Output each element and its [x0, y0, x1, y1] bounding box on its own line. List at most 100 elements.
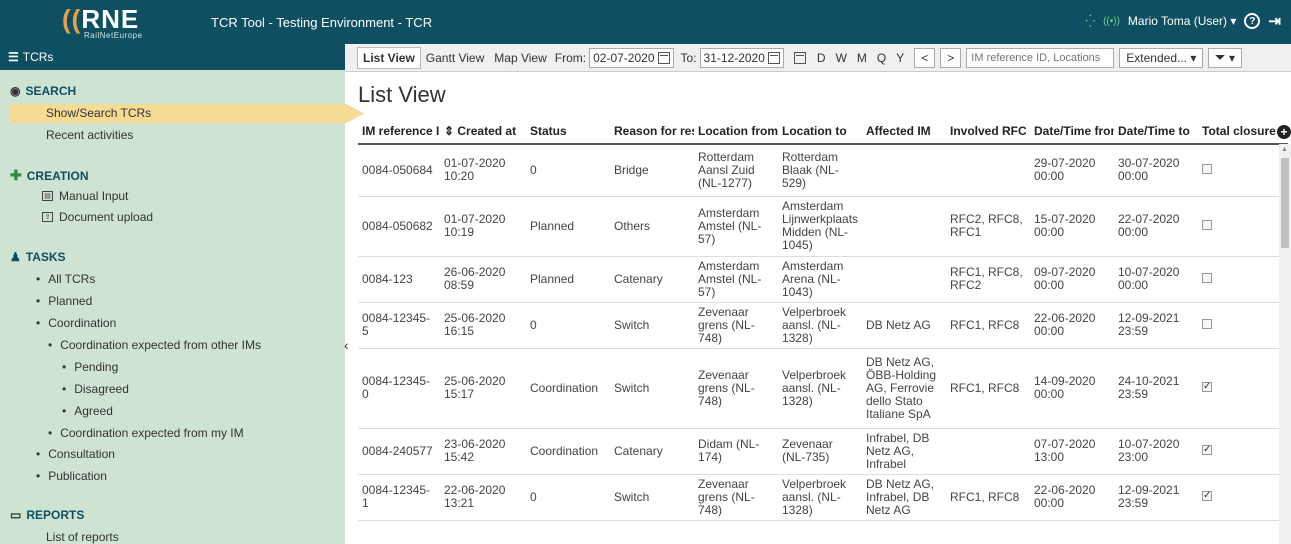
rne-logo[interactable]: ((RNE RailNetEurope: [62, 6, 154, 40]
total-closure-checkbox[interactable]: [1202, 318, 1212, 329]
column-header[interactable]: IM reference ID: [358, 118, 440, 145]
table-cell-status: 0: [526, 144, 610, 197]
sidebar-item-recent-activities[interactable]: Recent activities: [46, 128, 133, 142]
sidebar-item-coordination-from-other-ims[interactable]: Coordination expected from other IMs: [48, 338, 261, 352]
next-period-button[interactable]: >: [940, 47, 962, 68]
column-header[interactable]: Location from: [694, 118, 778, 145]
filter-dropdown[interactable]: ⏷ ▾: [1208, 47, 1243, 68]
extended-search-dropdown[interactable]: Extended... ▾: [1119, 47, 1204, 68]
user-icon: ♟: [10, 250, 21, 264]
tab-map-view[interactable]: Map View: [489, 47, 551, 69]
table-row[interactable]: 0084-12345-1 22-06-2020 13:21 0 Switch Zeven…: [358, 474, 1288, 521]
table-cell-reason: Switch: [610, 474, 694, 521]
sidebar-item-document-upload[interactable]: ⇪ Document upload: [42, 210, 153, 224]
logout-icon[interactable]: ⇥: [1268, 12, 1281, 30]
column-header[interactable]: Total closure: [1198, 118, 1288, 145]
column-header[interactable]: Date/Time from: [1030, 118, 1114, 145]
table-cell-rfc: RFC1, RFC8: [946, 302, 1030, 349]
total-closure-checkbox[interactable]: [1202, 489, 1212, 502]
calendar-icon[interactable]: [657, 51, 670, 64]
sidebar-item-publication[interactable]: Publication: [36, 469, 107, 483]
table-cell-dfrom: 22-06-2020 00:00: [1030, 474, 1114, 521]
sidebar-item-coordination-from-my-im[interactable]: Coordination expected from my IM: [48, 426, 243, 440]
table-cell-im: DB Netz AG, ÖBB-Holding AG, Ferrovie del…: [862, 348, 946, 429]
form-icon: ▤: [42, 191, 53, 201]
tab-gantt-view[interactable]: Gantt View: [421, 47, 489, 69]
table-cell-im: DB Netz AG, Infrabel, DB Netz AG: [862, 474, 946, 521]
table-cell-id: 0084-240577: [358, 428, 440, 475]
sidebar-item-agreed[interactable]: Agreed: [62, 404, 113, 418]
column-header[interactable]: Reason for restriction: [610, 118, 694, 145]
table-cell-from: Zevenaar grens (NL-748): [694, 348, 778, 429]
sidebar-item-manual-input[interactable]: ▤ Manual Input: [42, 189, 128, 203]
total-closure-checkbox[interactable]: [1202, 443, 1212, 456]
sidebar-item-planned[interactable]: Planned: [36, 294, 92, 308]
table-cell-created: 22-06-2020 13:21: [440, 474, 526, 521]
table-cell-to: Amsterdam Arena (NL-1043): [778, 256, 862, 303]
table-row[interactable]: 0084-050682 01-07-2020 10:19 Planned Others…: [358, 196, 1288, 257]
table-cell-dfrom: 07-07-2020 13:00: [1030, 428, 1114, 475]
table-cell-dto: 22-07-2020 00:00: [1114, 196, 1198, 257]
table-cell-reason: Catenary: [610, 428, 694, 475]
sidebar-item-all-tcrs[interactable]: All TCRs: [36, 272, 95, 286]
table-cell-closure: [1198, 256, 1288, 303]
calendar-icon[interactable]: [767, 51, 780, 64]
table-cell-to: Velperbroek aansl. (NL-1328): [778, 474, 862, 521]
eye-icon: ◉: [10, 84, 21, 98]
sidebar-item-consultation[interactable]: Consultation: [36, 447, 115, 461]
table-row[interactable]: 0084-050684 01-07-2020 10:20 0 Bridge Rotter…: [358, 144, 1288, 197]
period-year-button[interactable]: Y: [891, 51, 909, 65]
collapse-sidebar-icon[interactable]: ‹: [344, 337, 349, 353]
column-header[interactable]: Date/Time to: [1114, 118, 1198, 145]
user-menu[interactable]: Mario Toma (User) ▾: [1128, 14, 1237, 28]
section-tasks: ♟ TASKS: [10, 250, 66, 264]
table-cell-created: 26-06-2020 08:59: [440, 256, 526, 303]
scroll-up-icon[interactable]: ▲: [1281, 146, 1288, 153]
table-cell-rfc: [946, 428, 1030, 475]
table-cell-status: Coordination: [526, 348, 610, 429]
table-cell-im: [862, 256, 946, 303]
column-header[interactable]: Involved RFC: [946, 118, 1030, 145]
column-header[interactable]: Affected IM: [862, 118, 946, 145]
table-row[interactable]: 0084-240577 23-06-2020 15:42 Coordination C…: [358, 428, 1288, 475]
table-cell-closure: [1198, 474, 1288, 521]
search-input[interactable]: [966, 47, 1115, 68]
previous-period-button[interactable]: <: [914, 47, 936, 68]
from-date-field[interactable]: 02-07-2020: [589, 47, 674, 68]
table-cell-dto: 10-07-2020 23:00: [1114, 428, 1198, 475]
sidebar-item-coordination[interactable]: Coordination: [36, 316, 116, 330]
sidebar-item-pending[interactable]: Pending: [62, 360, 118, 374]
table-cell-rfc: RFC1, RFC8, RFC2: [946, 256, 1030, 303]
sidebar-item-disagreed[interactable]: Disagreed: [62, 382, 129, 396]
tab-list-view[interactable]: List View: [357, 46, 421, 69]
period-day-button[interactable]: D: [812, 51, 831, 65]
page-title: List View: [358, 82, 446, 107]
period-month-button[interactable]: M: [852, 51, 872, 65]
total-closure-checkbox[interactable]: [1202, 163, 1212, 174]
total-closure-checkbox[interactable]: [1202, 380, 1212, 393]
period-week-button[interactable]: W: [831, 51, 852, 65]
table-row[interactable]: 0084-123 26-06-2020 08:59 Planned Catenary A…: [358, 256, 1288, 303]
table-cell-closure: [1198, 348, 1288, 429]
to-date-field[interactable]: 31-12-2020: [699, 47, 784, 68]
sidebar-item-list-of-reports[interactable]: List of reports: [46, 530, 119, 544]
add-column-icon[interactable]: +: [1277, 125, 1291, 139]
sidebar-item-show-search-tcrs[interactable]: Show/Search TCRs: [10, 104, 364, 123]
table-row[interactable]: 0084-12345-0 25-06-2020 15:17 Coordination…: [358, 348, 1288, 429]
top-bar: ((RNE RailNetEurope TCR Tool - Testing E…: [0, 0, 1291, 44]
scrollbar[interactable]: ▲: [1279, 144, 1291, 544]
column-header[interactable]: Location to: [778, 118, 862, 145]
table-row[interactable]: 0084-12345-5 25-06-2020 16:15 0 Switch Zeven…: [358, 302, 1288, 349]
column-header[interactable]: Status: [526, 118, 610, 145]
table-cell-dto: 24-10-2021 23:59: [1114, 348, 1198, 429]
user-area: ⁛ ((•)) Mario Toma (User) ▾ ? ⇥: [1086, 12, 1281, 30]
column-header[interactable]: ⇕ Created at: [440, 118, 526, 145]
menu-icon[interactable]: ☰: [8, 50, 19, 64]
scrollbar-thumb[interactable]: [1281, 158, 1289, 248]
total-closure-checkbox[interactable]: [1202, 219, 1212, 230]
today-calendar-icon[interactable]: [793, 51, 806, 64]
help-icon[interactable]: ?: [1244, 13, 1261, 29]
total-closure-checkbox[interactable]: [1202, 272, 1212, 283]
period-quarter-button[interactable]: Q: [872, 51, 891, 65]
table-cell-rfc: RFC1, RFC8: [946, 474, 1030, 521]
